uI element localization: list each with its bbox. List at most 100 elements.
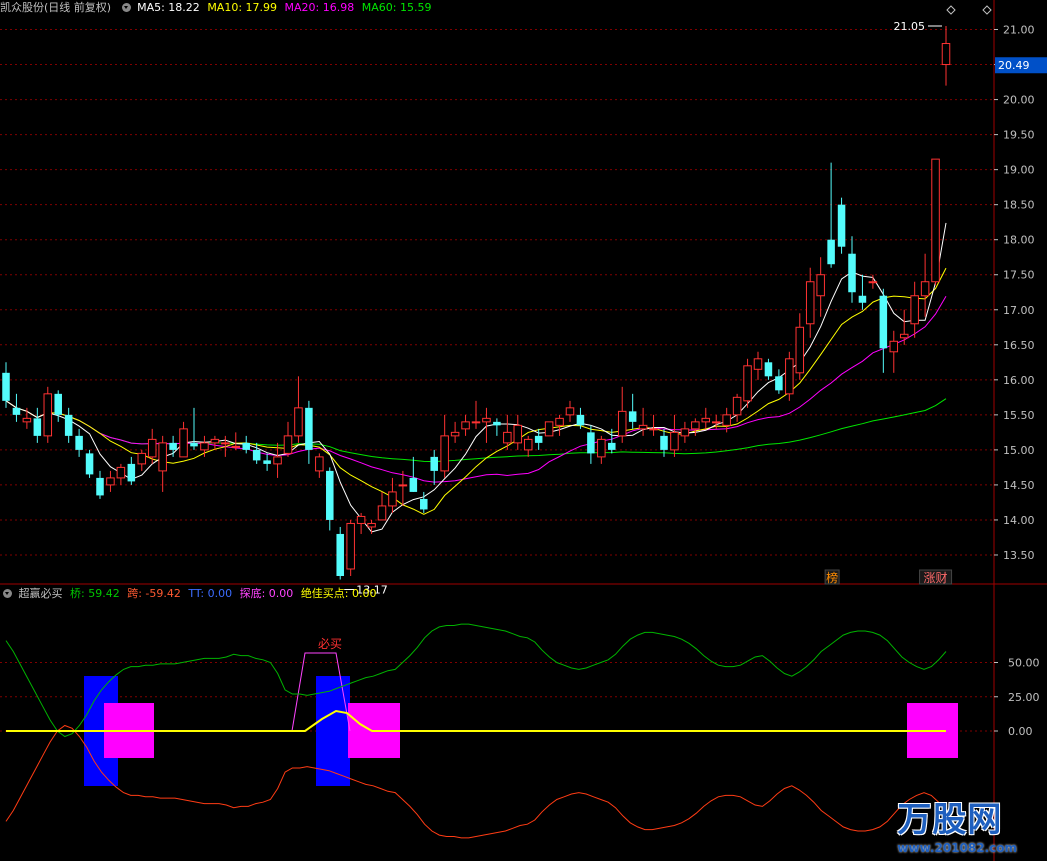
- price-tick-label: 15.50: [1003, 409, 1035, 422]
- candle: [64, 407, 73, 443]
- high-annotation: 21.05: [894, 20, 926, 33]
- candle-body: [106, 477, 115, 486]
- ma10-line: [5, 267, 947, 515]
- candle-body: [461, 421, 470, 430]
- candle: [523, 435, 533, 457]
- stock-chart[interactable]: 13.50 14.00 14.50 15.00 15.50 16.00 16.50 17.00…: [0, 0, 1047, 861]
- candle-body: [565, 407, 575, 416]
- candle-body: [920, 281, 930, 297]
- candle-body: [576, 414, 585, 426]
- candle-body: [388, 491, 397, 507]
- candle: [190, 407, 198, 450]
- candle: [931, 158, 940, 286]
- indicator-tick-label: 0.00: [1008, 725, 1033, 738]
- candle-body: [242, 442, 250, 450]
- price-tick-label: 18.50: [1003, 199, 1035, 212]
- candle: [493, 418, 501, 436]
- candle: [701, 407, 711, 429]
- candle: [179, 421, 188, 458]
- candle-body: [534, 435, 543, 443]
- candle: [200, 435, 209, 457]
- candle: [263, 453, 271, 471]
- candle-body: [169, 442, 177, 450]
- candle-body: [889, 340, 899, 353]
- candle-body: [670, 431, 679, 451]
- candle-body: [827, 239, 835, 265]
- candle: [617, 386, 627, 443]
- candle: [158, 435, 167, 492]
- candle: [294, 376, 303, 443]
- candle-body: [346, 522, 355, 570]
- indicator-header: 超赢必买 桥: 59.42 跨: -59.42 TT: 0.00 探底: 0.0…: [0, 586, 381, 602]
- candle-body: [816, 274, 825, 297]
- candle: [377, 491, 387, 521]
- candle-body: [523, 438, 533, 451]
- candle: [106, 470, 115, 492]
- candle-body: [252, 449, 261, 461]
- candle-body: [608, 442, 616, 450]
- watermark-brand: 万股网: [897, 800, 1003, 840]
- ma20-label: MA20: 16.98: [284, 1, 355, 14]
- candle-body: [732, 396, 742, 416]
- candle: [440, 414, 449, 478]
- candle: [837, 197, 846, 254]
- candle-body: [868, 281, 878, 284]
- candle-body: [54, 393, 62, 415]
- candle: [75, 428, 83, 457]
- candle: [356, 512, 366, 534]
- candle-body: [837, 204, 846, 247]
- candle-body: [513, 424, 523, 444]
- candle-body: [785, 358, 794, 395]
- candle-body: [764, 362, 773, 377]
- candle: [450, 421, 460, 443]
- candle: [12, 393, 21, 422]
- candle: [2, 362, 10, 408]
- candle: [22, 407, 32, 429]
- candle: [315, 453, 324, 478]
- candle-body: [879, 295, 888, 349]
- price-tick-label: 14.00: [1003, 514, 1035, 527]
- candle: [920, 253, 930, 317]
- candle-body: [326, 470, 334, 520]
- candle: [137, 449, 147, 471]
- qiao-label: 桥: 59.42: [70, 587, 120, 600]
- bimai-label: 必买: [318, 637, 342, 651]
- candle: [805, 267, 815, 338]
- chevron-down-icon[interactable]: [121, 3, 131, 12]
- candle-body: [263, 460, 271, 464]
- indicator-tick-label: 50.00: [1008, 657, 1040, 670]
- chevron-down-icon[interactable]: [3, 589, 12, 598]
- price-tick-label: 14.50: [1003, 479, 1035, 492]
- price-tick-label: 17.00: [1003, 304, 1035, 317]
- candle-body: [544, 421, 554, 437]
- candle: [941, 26, 951, 86]
- candle: [910, 281, 919, 338]
- candle-body: [420, 498, 428, 510]
- candle-body: [775, 376, 783, 391]
- candle-body: [743, 365, 752, 402]
- candle-body: [450, 431, 460, 437]
- candle: [471, 400, 481, 429]
- candle: [33, 407, 42, 443]
- candle: [587, 425, 595, 464]
- candle-body: [221, 442, 230, 445]
- candle: [367, 519, 376, 534]
- candle-body: [493, 421, 501, 426]
- price-tick-label: 16.00: [1003, 374, 1035, 387]
- price-tick-label: 19.00: [1003, 164, 1035, 177]
- candle-body: [231, 445, 241, 448]
- candle-body: [628, 411, 637, 422]
- candle-body: [356, 515, 366, 524]
- last-price-label: 20.49: [998, 59, 1030, 72]
- candle-body: [555, 417, 564, 426]
- candle: [691, 418, 700, 436]
- candle-body: [64, 414, 73, 436]
- candle-body: [305, 407, 313, 450]
- candle-body: [899, 333, 909, 339]
- candle-body: [75, 435, 83, 450]
- candle: [346, 519, 355, 576]
- candle: [43, 386, 53, 443]
- diamond-icon: [946, 5, 956, 15]
- candle-body: [711, 421, 721, 424]
- candle: [670, 414, 679, 457]
